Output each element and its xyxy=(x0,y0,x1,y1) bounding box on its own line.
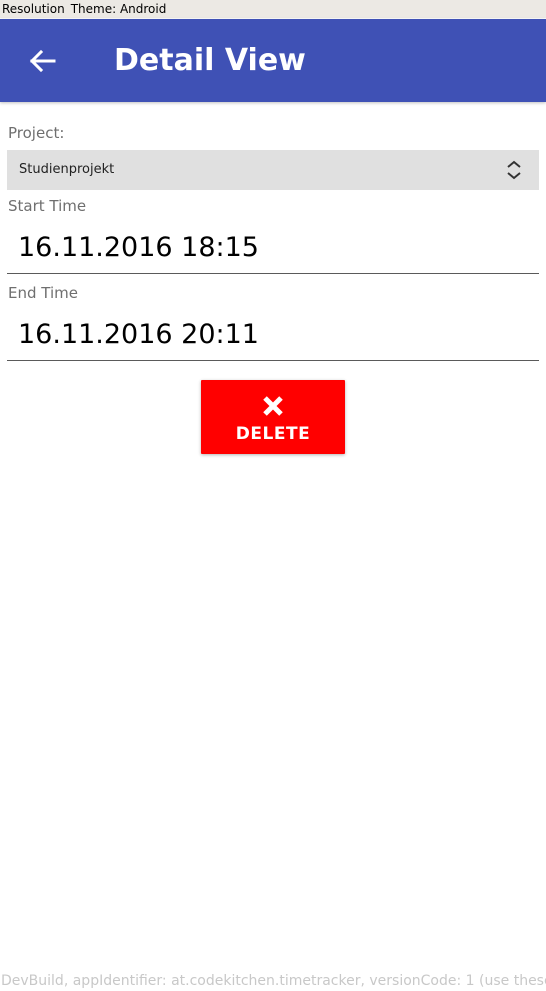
menu-theme[interactable]: Theme: Android xyxy=(71,0,167,18)
top-menu-bar: Resolution Theme: Android xyxy=(0,0,546,18)
start-time-input[interactable] xyxy=(7,222,539,274)
page-title: Detail View xyxy=(114,43,306,78)
menu-resolution[interactable]: Resolution xyxy=(2,0,65,18)
delete-button-label: DELETE xyxy=(235,424,311,444)
build-info-footer: DevBuild, appIdentifier: at.codekitchen.… xyxy=(1,973,546,989)
close-icon xyxy=(263,396,283,416)
project-select[interactable]: Studienprojekt xyxy=(7,150,539,190)
delete-button[interactable]: DELETE xyxy=(201,380,345,454)
back-button[interactable] xyxy=(22,41,62,81)
end-time-label: End Time xyxy=(8,284,78,302)
project-select-value: Studienprojekt xyxy=(19,162,115,177)
chevron-up-down-icon xyxy=(507,160,521,180)
arrow-left-icon xyxy=(29,49,56,73)
project-label: Project: xyxy=(8,124,65,142)
app-bar: Detail View xyxy=(0,19,546,102)
start-time-label: Start Time xyxy=(8,197,87,215)
end-time-input[interactable] xyxy=(7,309,539,361)
